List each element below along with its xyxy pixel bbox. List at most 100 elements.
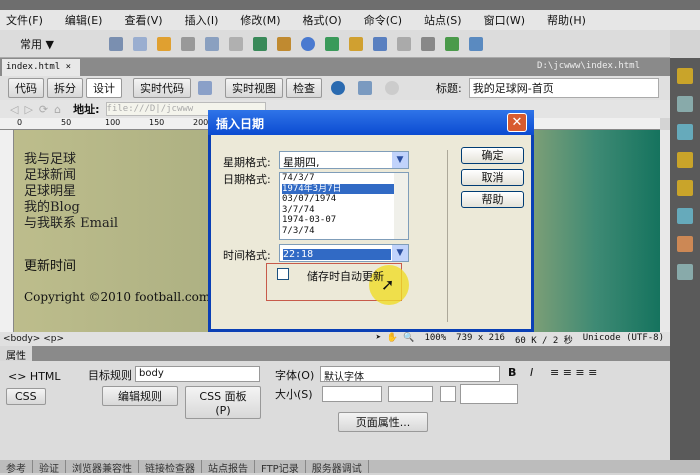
nav-link[interactable]: 与我联系 Email: [24, 216, 118, 232]
nav-link[interactable]: 足球明星: [24, 184, 118, 200]
menu-edit[interactable]: 编辑(E): [65, 12, 103, 28]
chevron-down-icon[interactable]: ▼: [392, 245, 408, 261]
inspect-button[interactable]: 检查: [286, 78, 322, 98]
tab-validation[interactable]: 验证: [33, 460, 66, 475]
nav-link[interactable]: 我的Blog: [24, 200, 118, 216]
copyright-text[interactable]: Copyright ©2010 football.com Inc: [24, 290, 233, 304]
panel-icon[interactable]: [677, 152, 693, 168]
script-icon[interactable]: [420, 36, 435, 51]
font-select[interactable]: 默认字体: [320, 366, 500, 383]
size-select[interactable]: [322, 386, 382, 402]
chevron-down-icon[interactable]: ▼: [392, 152, 408, 168]
html-mode-button[interactable]: <> HTML: [8, 370, 61, 383]
tag-selector[interactable]: <body> <p>: [3, 334, 64, 344]
edit-rule-button[interactable]: 编辑规则: [102, 386, 178, 406]
server-include-icon[interactable]: [348, 36, 363, 51]
media-icon[interactable]: [276, 36, 291, 51]
email-link-icon[interactable]: [132, 36, 147, 51]
menu-help[interactable]: 帮助(H): [547, 12, 586, 28]
date-option[interactable]: 7/3/74: [282, 226, 408, 237]
visual-aids-icon[interactable]: [358, 81, 372, 95]
live-view-button[interactable]: 实时视图: [225, 78, 283, 98]
date-option[interactable]: 74/3/7: [282, 173, 408, 184]
date-option[interactable]: 03/07/1974: [282, 194, 408, 205]
menu-site[interactable]: 站点(S): [424, 12, 462, 28]
date-option[interactable]: 3/7/74: [282, 205, 408, 216]
zoom-select[interactable]: 100%: [424, 333, 446, 346]
menu-modify[interactable]: 修改(M): [240, 12, 280, 28]
hyperlink-icon[interactable]: [108, 36, 123, 51]
code-view-button[interactable]: 代码: [8, 78, 44, 98]
date-option-selected[interactable]: 1974年3月7日: [282, 183, 394, 194]
tab-reference[interactable]: 参考: [0, 460, 33, 475]
tab-link-checker[interactable]: 链接检查器: [139, 460, 202, 475]
design-view-button[interactable]: 设计: [86, 78, 122, 98]
menu-format[interactable]: 格式(O): [302, 12, 341, 28]
color-input[interactable]: [460, 384, 518, 404]
insert-category-dropdown[interactable]: 常用 ▼: [20, 36, 54, 52]
menu-insert[interactable]: 插入(I): [185, 12, 219, 28]
live-code-button[interactable]: 实时代码: [133, 78, 191, 98]
date-icon[interactable]: [324, 36, 339, 51]
menu-window[interactable]: 窗口(W): [484, 12, 525, 28]
image-icon[interactable]: [252, 36, 267, 51]
dialog-title: 插入日期: [208, 110, 534, 135]
nav-link[interactable]: 我与足球: [24, 152, 118, 168]
tab-site-reports[interactable]: 站点报告: [202, 460, 255, 475]
panel-icon[interactable]: [677, 208, 693, 224]
page-properties-button[interactable]: 页面属性...: [338, 412, 428, 432]
canvas-scrollbar[interactable]: [660, 130, 670, 332]
title-input[interactable]: 我的足球网-首页: [468, 78, 659, 98]
library-icon[interactable]: [468, 36, 483, 51]
split-view-button[interactable]: 拆分: [47, 78, 83, 98]
ok-button[interactable]: 确定: [461, 147, 524, 164]
hr-icon[interactable]: [180, 36, 195, 51]
weekday-select[interactable]: 星期四, ▼: [279, 151, 409, 169]
gear-icon[interactable]: [300, 36, 315, 51]
tab-ftp-log[interactable]: FTP记录: [255, 460, 306, 475]
date-format-list[interactable]: 74/3/7 1974年3月7日 03/07/1974 3/7/74 1974-…: [279, 172, 409, 240]
panel-icon[interactable]: [677, 180, 693, 196]
list-scrollbar[interactable]: [394, 173, 408, 239]
color-picker[interactable]: [440, 386, 456, 402]
cancel-button[interactable]: 取消: [461, 169, 524, 186]
date-option[interactable]: 1974-03-07: [282, 215, 408, 226]
menu-commands[interactable]: 命令(C): [364, 12, 402, 28]
update-time-text[interactable]: 更新时间: [24, 255, 76, 274]
table-icon[interactable]: [204, 36, 219, 51]
tab-server-debug[interactable]: 服务器调试: [306, 460, 369, 475]
panel-icon[interactable]: [677, 124, 693, 140]
refresh-icon[interactable]: [385, 81, 399, 95]
template-icon[interactable]: [444, 36, 459, 51]
menu-view[interactable]: 查看(V): [124, 12, 162, 28]
tab-index-html[interactable]: index.html ×: [2, 59, 80, 76]
target-rule-select[interactable]: body: [135, 366, 260, 382]
panel-icon[interactable]: [677, 96, 693, 112]
size-unit-select[interactable]: [388, 386, 433, 402]
window-size[interactable]: 739 x 216: [456, 333, 505, 346]
panel-icon[interactable]: [677, 68, 693, 84]
head-icon[interactable]: [396, 36, 411, 51]
select-hand-zoom-icons[interactable]: ➤ ✋ 🔍: [376, 333, 415, 346]
tab-browser-compat[interactable]: 浏览器兼容性: [66, 460, 139, 475]
globe-icon[interactable]: [331, 81, 345, 95]
italic-button[interactable]: I: [530, 366, 533, 379]
nav-link[interactable]: 足球新闻: [24, 168, 118, 184]
auto-update-checkbox[interactable]: [277, 268, 289, 280]
align-icons[interactable]: ≡ ≡ ≡ ≡: [550, 366, 597, 379]
close-icon[interactable]: ✕: [507, 113, 527, 132]
time-format-select[interactable]: 22:18 ▼: [279, 244, 409, 262]
comment-icon[interactable]: [372, 36, 387, 51]
panel-icon[interactable]: [677, 236, 693, 252]
anchor-icon[interactable]: [156, 36, 171, 51]
panel-icon[interactable]: [677, 264, 693, 280]
check-page-icon[interactable]: [198, 81, 212, 95]
css-mode-button[interactable]: CSS: [6, 388, 46, 405]
nav-arrows-icon[interactable]: ◁▷⟳⌂: [10, 103, 67, 116]
auto-update-label[interactable]: 储存时自动更新: [307, 268, 384, 284]
bold-button[interactable]: B: [508, 366, 516, 379]
div-icon[interactable]: [228, 36, 243, 51]
help-button[interactable]: 帮助: [461, 191, 524, 208]
css-panel-button[interactable]: CSS 面板(P): [185, 386, 261, 419]
menu-file[interactable]: 文件(F): [6, 12, 43, 28]
